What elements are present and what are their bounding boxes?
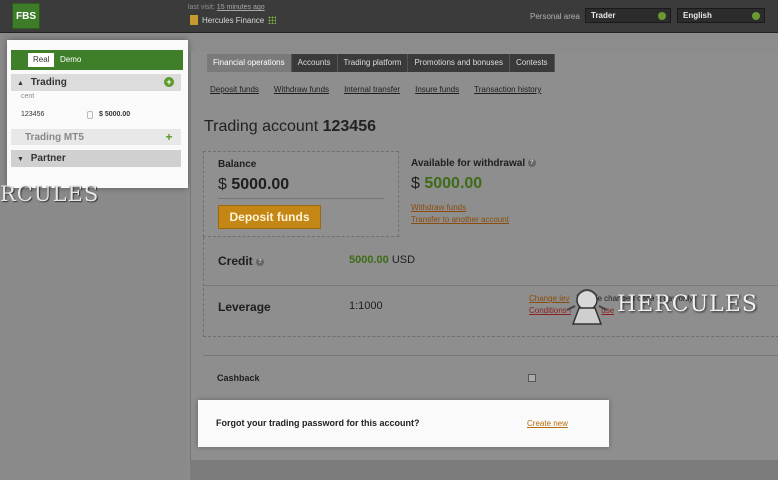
info-icon[interactable]: ? — [527, 159, 536, 168]
link-withdraw-funds[interactable]: Withdraw funds — [274, 85, 329, 94]
account-name: Hercules Finance — [202, 15, 265, 25]
available-currency: $ — [411, 175, 420, 192]
tab-real[interactable]: Real — [28, 53, 55, 67]
chevron-down-icon — [752, 12, 760, 20]
hercules-watermark-text: HERCULES — [617, 291, 758, 317]
fbs-logo[interactable]: FBS — [12, 3, 40, 29]
credit-amount: 5000.00 USD — [349, 254, 415, 266]
caret-up-icon: ▲ — [17, 80, 24, 87]
divider — [218, 198, 384, 199]
account-balance: $ 5000.00 — [99, 111, 131, 118]
link-internal-transfer[interactable]: Internal transfer — [344, 85, 400, 94]
account-icon — [190, 15, 198, 25]
main-nav: Financial operations Accounts Trading pl… — [207, 54, 555, 72]
cashback-checkbox[interactable] — [528, 374, 536, 382]
leverage-value: 1:1000 — [349, 300, 383, 312]
transfer-link[interactable]: Transfer to another account — [411, 215, 509, 224]
balance-box: Balance $ 5000.00 Deposit funds — [203, 151, 399, 237]
available-value: 5000.00 — [424, 175, 483, 192]
sidebar-item-partner[interactable]: ▼ Partner — [11, 150, 181, 167]
hercules-emblem-icon — [566, 289, 608, 325]
hercules-watermark-left: RCULES — [0, 182, 100, 206]
language-select[interactable]: English — [677, 8, 765, 23]
nav-promotions[interactable]: Promotions and bonuses — [408, 54, 510, 72]
sidebar-item-label: Trading — [30, 77, 67, 88]
available-links: Withdraw funds Transfer to another accou… — [411, 203, 509, 224]
forgot-password-row: Forgot your trading password for this ac… — [198, 400, 609, 447]
available-amount: $ 5000.00 — [411, 175, 482, 193]
chevron-down-icon — [658, 12, 666, 20]
leverage-label: Leverage — [218, 300, 271, 314]
sub-nav: Deposit funds Withdraw funds Internal tr… — [210, 85, 541, 94]
available-label: Available for withdrawal — [411, 158, 526, 169]
grid-menu-icon[interactable] — [268, 16, 277, 24]
credit-label-row: Credit ? — [218, 254, 265, 268]
link-insure-funds[interactable]: Insure funds — [415, 85, 459, 94]
add-account-icon[interactable]: + — [164, 131, 174, 143]
top-bar: FBS last visit: 15 minutes ago Hercules … — [0, 0, 778, 33]
add-account-icon[interactable]: + — [164, 77, 174, 87]
personal-area-label: Personal area — [530, 12, 580, 21]
create-new-password-link[interactable]: Create new — [527, 419, 568, 428]
sidebar-item-trading[interactable]: ▲ Trading + — [11, 74, 181, 91]
account-number: 123456 — [21, 111, 45, 118]
last-visit: last visit: 15 minutes ago — [188, 4, 265, 11]
balance-currency: $ — [218, 176, 227, 193]
deposit-funds-button[interactable]: Deposit funds — [218, 205, 321, 229]
sidebar-item-trading-mt5[interactable]: Trading MT5 + — [11, 129, 181, 145]
balance-amount: $ 5000.00 — [218, 176, 289, 194]
account-type-tabs: Real Demo — [11, 50, 183, 70]
account-sidebar: Real Demo ▲ Trading + cent 123456 $ 5000… — [7, 40, 188, 188]
balance-value: 5000.00 — [231, 176, 290, 193]
withdraw-funds-link[interactable]: Withdraw funds — [411, 203, 509, 212]
tab-demo[interactable]: Demo — [55, 53, 86, 67]
area-select[interactable]: Trader — [585, 8, 671, 23]
nav-contests[interactable]: Contests — [510, 54, 555, 72]
available-box: Available for withdrawal ? $ 5000.00 Wit… — [399, 151, 778, 237]
bottom-strip — [190, 460, 778, 480]
account-row[interactable]: 123456 $ 5000.00 — [11, 106, 181, 126]
nav-financial-operations[interactable]: Financial operations — [207, 54, 292, 72]
credit-currency: USD — [391, 254, 416, 266]
main-panel: Financial operations Accounts Trading pl… — [190, 52, 778, 460]
balance-label: Balance — [218, 159, 257, 170]
cashback-label: Cashback — [217, 373, 260, 383]
last-visit-value: 15 minutes ago — [216, 4, 265, 11]
page-title: Trading account 123456 — [204, 118, 376, 136]
available-label-row: Available for withdrawal ? — [411, 158, 536, 169]
language-select-value: English — [683, 11, 712, 20]
last-visit-label: last visit: — [188, 4, 215, 11]
area-select-value: Trader — [591, 11, 616, 20]
nav-trading-platform[interactable]: Trading platform — [338, 54, 409, 72]
hercules-watermark: HERCULES — [563, 280, 758, 328]
link-transaction-history[interactable]: Transaction history — [474, 85, 541, 94]
account-group-cent: cent — [21, 93, 35, 100]
sidebar-item-label: Partner — [30, 153, 66, 164]
credit-label: Credit — [218, 254, 253, 268]
sidebar-item-label: Trading MT5 — [25, 132, 84, 143]
info-icon[interactable]: ? — [256, 257, 265, 266]
page-title-account-number: 123456 — [322, 118, 376, 135]
link-deposit-funds[interactable]: Deposit funds — [210, 85, 259, 94]
page-title-prefix: Trading account — [204, 118, 319, 135]
caret-down-icon: ▼ — [17, 156, 24, 163]
credit-value: 5000.00 — [349, 254, 389, 266]
forgot-password-label: Forgot your trading password for this ac… — [216, 418, 420, 428]
nav-accounts[interactable]: Accounts — [292, 54, 338, 72]
coin-icon — [87, 111, 93, 119]
account-name-row: Hercules Finance — [190, 15, 277, 25]
cashback-row: Cashback — [203, 355, 778, 399]
